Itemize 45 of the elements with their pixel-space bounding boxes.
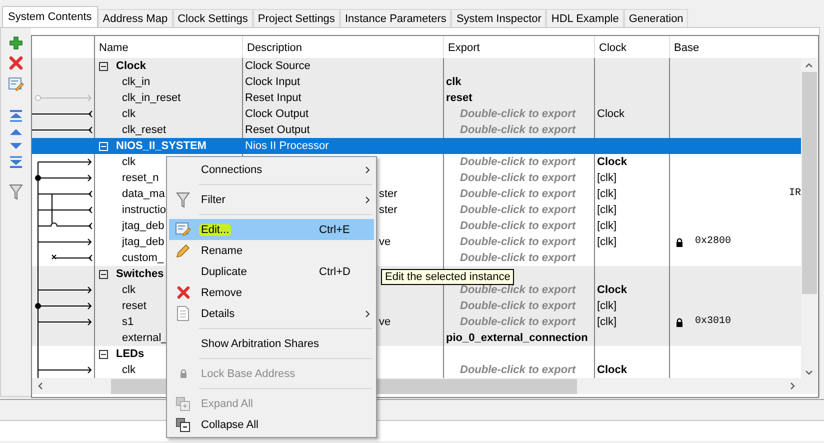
- interface-name: custom_: [122, 251, 164, 266]
- base-address: 0x2800: [695, 235, 732, 249]
- clock-text: [clk]: [597, 219, 617, 234]
- instance-name: NIOS_II_SYSTEM: [116, 139, 206, 154]
- description-text: Reset Output: [245, 123, 310, 138]
- interface-name: clk_in_reset: [122, 91, 181, 106]
- tooltip: Edit the selected instance: [381, 269, 514, 285]
- clock-text: [clk]: [597, 171, 617, 186]
- clock-text: [clk]: [597, 203, 617, 218]
- interface-name: jtag_deb: [122, 235, 164, 250]
- interface-name: clk_in: [122, 75, 150, 90]
- interface-name: clk: [122, 283, 136, 298]
- clock-text: [clk]: [597, 235, 617, 250]
- description-text: ster: [378, 187, 398, 202]
- description-text: Clock Source: [245, 59, 310, 74]
- interface-name: data_ma: [122, 187, 165, 202]
- description-text: Reset Input: [245, 91, 302, 106]
- clock-text: [clk]: [597, 187, 617, 202]
- description-text: ster: [378, 203, 398, 218]
- interface-name: s1: [122, 315, 134, 330]
- interface-name: clk: [122, 363, 136, 378]
- interface-name: instructio: [122, 203, 166, 218]
- clock-text: Clock: [597, 363, 627, 378]
- instance-name: LEDs: [116, 347, 144, 362]
- clock-text: Clock: [597, 155, 627, 170]
- interface-name: reset_n: [122, 171, 159, 186]
- description-text: Clock Output: [245, 107, 309, 122]
- description-text: Nios II Processor: [245, 139, 329, 154]
- description-text: Clock Input: [245, 75, 300, 90]
- base-address: 0x3010: [695, 315, 732, 329]
- clock-text: Clock: [597, 107, 625, 122]
- clock-text: Clock: [597, 283, 627, 298]
- clock-text: [clk]: [597, 315, 617, 330]
- interface-name: jtag_deb: [122, 219, 164, 234]
- interface-name: clk: [122, 107, 136, 122]
- irq-text: IR: [788, 187, 801, 201]
- description-text: ve: [378, 315, 391, 330]
- clock-text: [clk]: [597, 299, 617, 314]
- interface-name: reset: [122, 299, 146, 314]
- description-text: ve: [378, 235, 391, 250]
- interface-name: clk_reset: [122, 123, 166, 138]
- instance-name: Switches: [116, 267, 164, 282]
- interface-name: external_: [122, 331, 168, 346]
- instance-name: Clock: [116, 59, 146, 74]
- interface-name: clk: [122, 155, 136, 170]
